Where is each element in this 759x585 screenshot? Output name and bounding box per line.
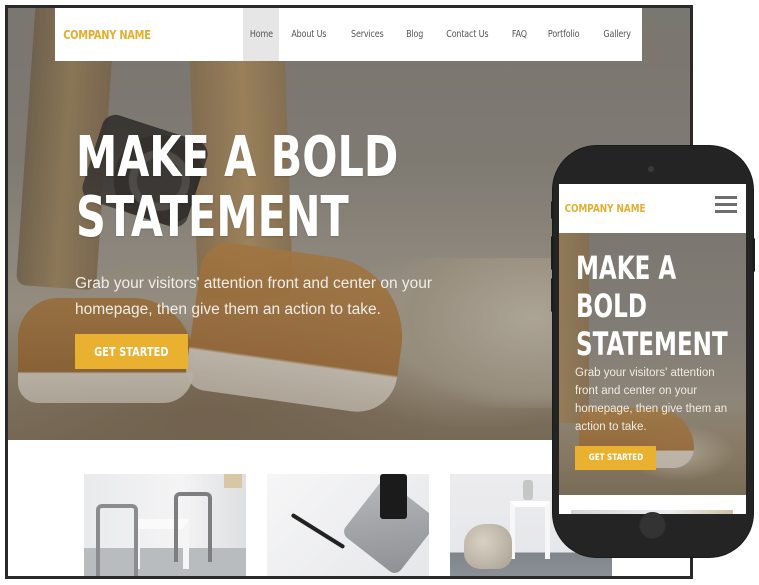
nav-item-blog[interactable]: Blog <box>396 8 433 61</box>
company-logo[interactable]: COMPANY NAME <box>55 28 151 42</box>
mobile-hero-section: MAKE A BOLD STATEMENT Grab your visitors… <box>559 233 746 495</box>
nav-label: Contact Us <box>446 29 489 40</box>
nav-item-portfolio[interactable]: Portfolio <box>536 8 591 61</box>
button-label: GET STARTED <box>588 453 643 463</box>
nav-label: Home <box>249 29 273 40</box>
pen-shape <box>290 512 346 550</box>
mobile-navbar: COMPANY NAME <box>559 184 746 233</box>
hero-title-line: STATEMENT <box>76 185 349 250</box>
nav-label: FAQ <box>511 29 527 40</box>
phone-screen: COMPANY NAME MAKE A BOLD STATEMENT Grab … <box>559 184 746 514</box>
hero-title-line: MAKE A <box>576 249 677 287</box>
phone-mockup: COMPANY NAME MAKE A BOLD STATEMENT Grab … <box>551 146 755 557</box>
nav-label: Blog <box>405 29 423 40</box>
phone-shape <box>380 474 407 519</box>
mobile-company-logo[interactable]: COMPANY NAME <box>559 202 646 215</box>
chair-shape <box>96 504 138 576</box>
nav-label: About Us <box>291 29 327 40</box>
mobile-get-started-button[interactable]: GET STARTED <box>575 446 656 470</box>
mobile-hero-subtitle: Grab your visitors' attention front and … <box>575 367 728 433</box>
nav-item-home[interactable]: Home <box>242 8 280 61</box>
phone-volume-down <box>551 278 554 312</box>
phone-home-button[interactable] <box>639 512 666 539</box>
nav-item-contact-us[interactable]: Contact Us <box>433 8 502 61</box>
nav-label: Services <box>351 29 384 40</box>
hero-title-line: BOLD <box>576 287 647 325</box>
nav-label: Portfolio <box>548 29 580 40</box>
main-nav: Home About Us Services Blog Contact Us F… <box>242 8 642 61</box>
button-label: GET STARTED <box>94 344 169 359</box>
hero-subtitle: Grab your visitors' attention front and … <box>75 275 433 318</box>
gallery-image[interactable] <box>84 474 246 576</box>
phone-camera-icon <box>648 166 654 172</box>
blanket-shape <box>464 524 512 569</box>
hero-title-line: STATEMENT <box>576 325 728 363</box>
lamp-shape <box>224 474 242 488</box>
nav-item-services[interactable]: Services <box>339 8 396 61</box>
hero-title-line: MAKE A BOLD <box>76 125 399 190</box>
vase-shape <box>523 480 533 500</box>
side-table-shape <box>510 501 550 559</box>
top-navbar: COMPANY NAME Home About Us Services Blog… <box>55 8 642 61</box>
nav-item-about-us[interactable]: About Us <box>279 8 339 61</box>
chair-shape <box>174 492 212 562</box>
nav-label: Gallery <box>603 29 631 40</box>
nav-item-gallery[interactable]: Gallery <box>592 8 642 61</box>
phone-volume-up <box>551 236 554 270</box>
mobile-hero-title: MAKE A BOLD STATEMENT <box>576 249 742 363</box>
nav-item-faq[interactable]: FAQ <box>502 8 537 61</box>
phone-power-button <box>752 238 755 272</box>
hamburger-icon[interactable] <box>715 196 737 216</box>
hero-title: MAKE A BOLD STATEMENT <box>76 128 461 248</box>
phone-mute-switch <box>551 201 554 219</box>
gallery-image[interactable] <box>267 474 429 576</box>
get-started-button[interactable]: GET STARTED <box>75 334 188 369</box>
